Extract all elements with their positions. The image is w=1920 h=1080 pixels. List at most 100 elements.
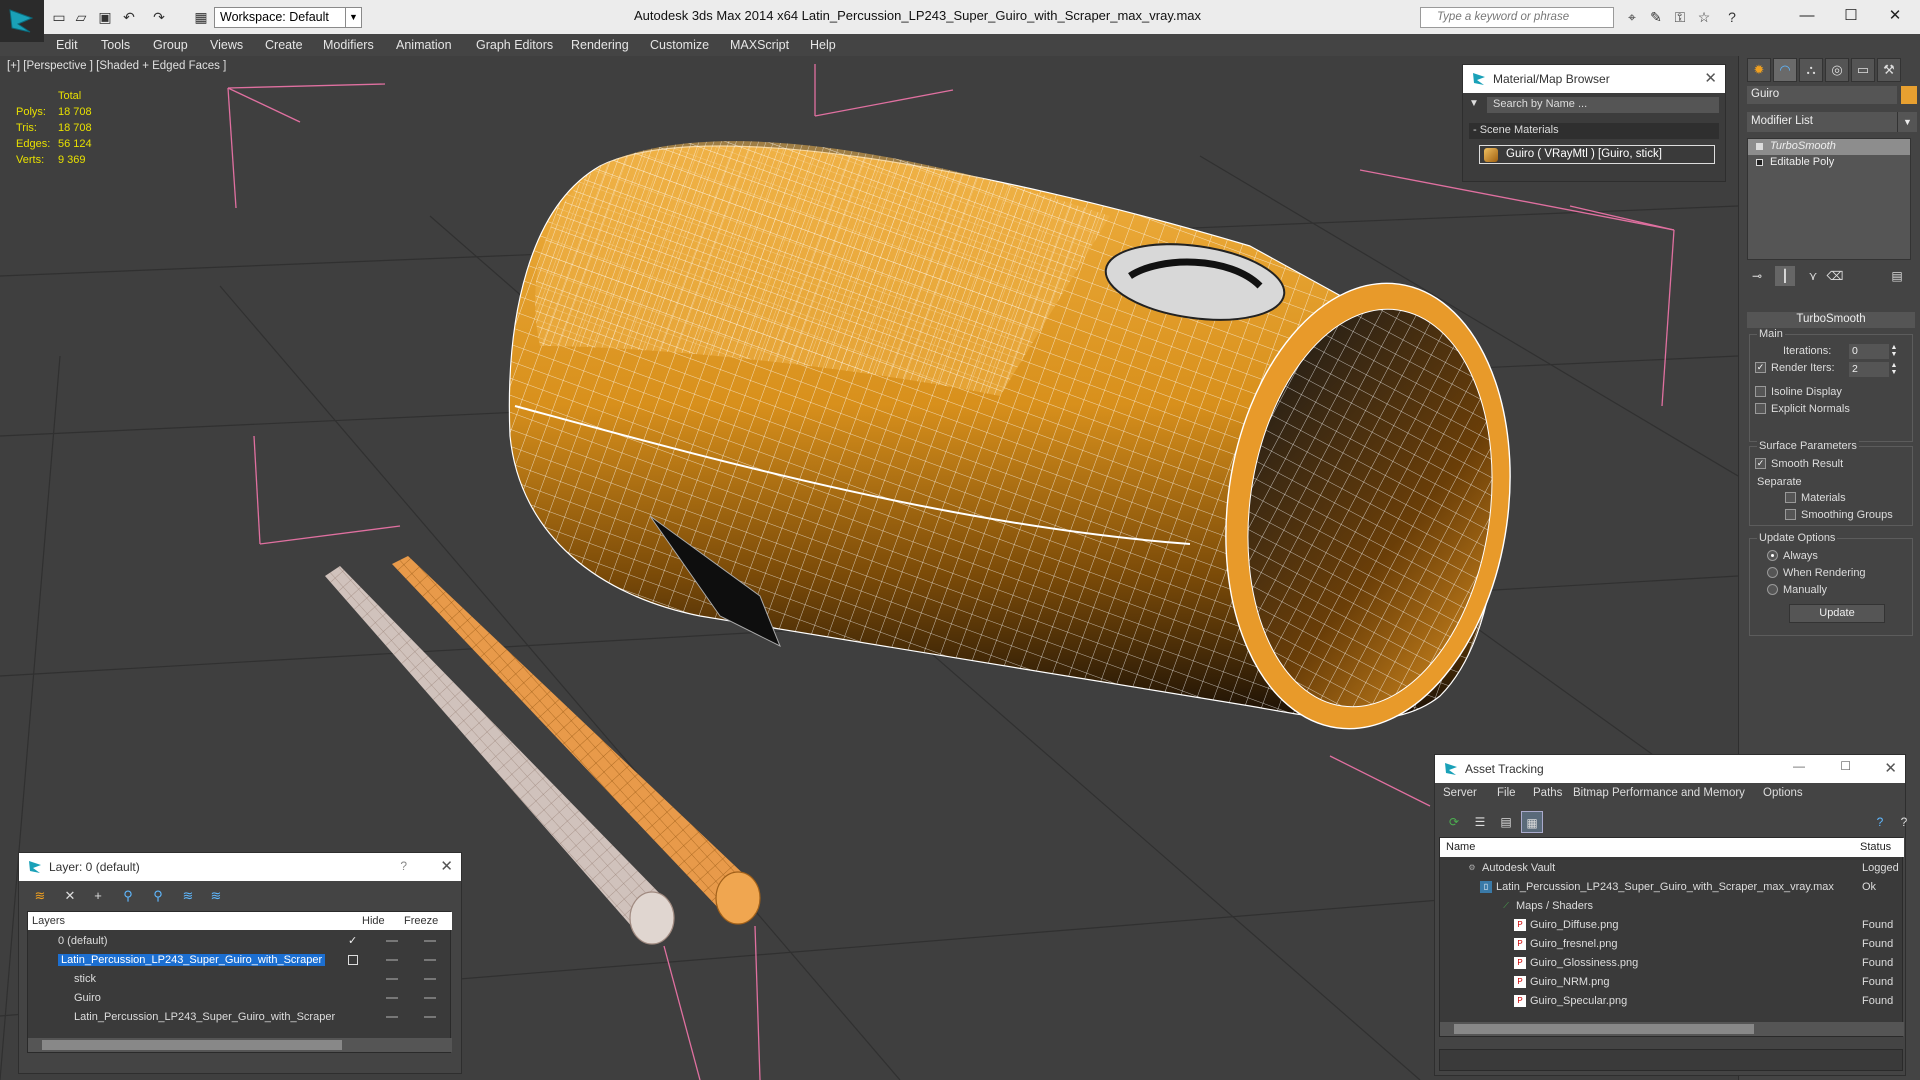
project-folder-icon[interactable]: ▦ — [192, 9, 210, 25]
menu-modifiers[interactable]: Modifiers — [323, 38, 374, 52]
isoline-display-checkbox[interactable] — [1755, 386, 1766, 397]
help-icon[interactable]: ? — [1869, 811, 1891, 833]
asset-row-glossiness[interactable]: P Guiro_Glossiness.png Found — [1440, 954, 1904, 973]
asset-menu-server[interactable]: Server — [1443, 787, 1477, 799]
modify-tab-icon[interactable]: ◠ — [1773, 58, 1797, 82]
key-icon[interactable]: ⚿ — [1670, 8, 1690, 26]
expand-icon[interactable] — [1756, 159, 1763, 166]
scrollbar-thumb[interactable] — [1454, 1024, 1754, 1034]
undo-icon[interactable]: ↶ — [120, 9, 138, 25]
update-always-radio[interactable] — [1767, 550, 1778, 561]
active-layer-check-icon[interactable]: ✓ — [348, 934, 357, 947]
hide-toggle[interactable] — [386, 940, 398, 942]
maximize-button[interactable]: ☐ — [1840, 759, 1851, 773]
freeze-toggle[interactable] — [424, 978, 436, 980]
utilities-tab-icon[interactable]: ⚒ — [1877, 58, 1901, 82]
make-active-box[interactable] — [348, 955, 358, 965]
asset-row-diffuse[interactable]: P Guiro_Diffuse.png Found — [1440, 916, 1904, 935]
hide-toggle[interactable] — [386, 978, 398, 980]
update-manually-radio[interactable] — [1767, 584, 1778, 595]
hierarchy-tab-icon[interactable]: ⛬ — [1799, 58, 1823, 82]
refresh-icon[interactable]: ⟳ — [1443, 811, 1465, 833]
configure-modifier-sets-icon[interactable]: ▤ — [1887, 266, 1907, 286]
asset-row-maps-shaders[interactable]: ⟋ Maps / Shaders — [1440, 897, 1904, 916]
motion-tab-icon[interactable]: ◎ — [1825, 58, 1849, 82]
highlight-selected-layers-icon[interactable]: ⚲ — [147, 885, 169, 907]
layer-horizontal-scrollbar[interactable] — [28, 1038, 452, 1052]
freeze-toggle[interactable] — [424, 940, 436, 942]
select-objects-in-layer-icon[interactable]: ⚲ — [117, 885, 139, 907]
chevron-down-icon[interactable]: ▼ — [1897, 112, 1917, 132]
hide-toggle[interactable] — [386, 997, 398, 999]
chevron-down-icon[interactable]: ▼ — [345, 7, 361, 28]
hide-toggle[interactable] — [386, 959, 398, 961]
layer-row-default[interactable]: 0 (default) ✓ — [28, 932, 452, 951]
asset-path-field[interactable] — [1439, 1049, 1903, 1071]
pin-stack-icon[interactable]: ⊸ — [1747, 266, 1767, 286]
col-status[interactable]: Status — [1860, 841, 1891, 853]
asset-row-max-file[interactable]: ▯ Latin_Percussion_LP243_Super_Guiro_wit… — [1440, 878, 1904, 897]
menu-rendering[interactable]: Rendering — [571, 38, 629, 52]
asset-horizontal-scrollbar[interactable] — [1440, 1022, 1904, 1036]
help-icon[interactable]: ? — [1722, 8, 1742, 26]
create-layer-icon[interactable]: ≋ — [29, 885, 51, 907]
close-icon[interactable]: ✕ — [440, 857, 453, 875]
update-when-rendering-radio[interactable] — [1767, 567, 1778, 578]
layer-row-stick[interactable]: stick — [28, 970, 452, 989]
menu-graph-editors[interactable]: Graph Editors — [476, 38, 553, 52]
asset-menu-bitmap-performance[interactable]: Bitmap Performance and Memory — [1573, 787, 1745, 799]
asset-tracking-titlebar[interactable]: Asset Tracking — ☐ ✕ — [1435, 755, 1905, 783]
list-view-icon[interactable]: ☰ — [1469, 811, 1491, 833]
communication-center-icon[interactable]: ✎ — [1646, 8, 1666, 26]
material-browser-titlebar[interactable]: Material/Map Browser ✕ — [1463, 65, 1725, 93]
modifier-list-dropdown[interactable]: Modifier List — [1747, 112, 1907, 132]
show-end-result-icon[interactable]: ┃ — [1775, 266, 1795, 286]
redo-icon[interactable]: ↷ — [150, 9, 168, 25]
object-name-field[interactable]: Guiro — [1747, 86, 1897, 104]
spinner-arrows-icon[interactable]: ▲ ▼ — [1889, 344, 1899, 359]
freeze-toggle[interactable] — [424, 1016, 436, 1018]
scene-materials-group[interactable]: - Scene Materials — [1469, 123, 1719, 139]
menu-edit[interactable]: Edit — [56, 38, 78, 52]
help-icon[interactable]: ? — [400, 859, 407, 873]
iterations-spinner[interactable]: 0 — [1849, 344, 1889, 359]
light-bulb-icon[interactable] — [1756, 143, 1763, 150]
col-name[interactable]: Name — [1446, 841, 1475, 853]
scrollbar-thumb[interactable] — [42, 1040, 342, 1050]
open-file-icon[interactable]: ▱ — [72, 9, 90, 25]
freeze-toggle[interactable] — [424, 959, 436, 961]
workspace-dropdown[interactable]: Workspace: Default — [214, 7, 362, 28]
save-icon[interactable]: ▣ — [96, 9, 114, 25]
options-dropdown-icon[interactable]: ▼ — [1469, 98, 1479, 109]
object-color-swatch[interactable] — [1901, 86, 1917, 104]
tree-view-icon[interactable]: ▤ — [1495, 811, 1517, 833]
freeze-unfreeze-all-icon[interactable]: ≋ — [205, 885, 227, 907]
explicit-normals-checkbox[interactable] — [1755, 403, 1766, 414]
settings-icon[interactable]: ? — [1893, 811, 1915, 833]
minimize-button[interactable]: — — [1793, 759, 1805, 773]
create-tab-icon[interactable]: ✹ — [1747, 58, 1771, 82]
minimize-button[interactable]: — — [1792, 4, 1822, 28]
render-iters-spinner[interactable]: 2 — [1849, 362, 1889, 377]
close-icon[interactable]: ✕ — [1884, 759, 1897, 777]
favorites-star-icon[interactable]: ☆ — [1694, 8, 1714, 26]
layer-row-guiro-scraper-object[interactable]: Latin_Percussion_LP243_Super_Guiro_with_… — [28, 1008, 452, 1027]
hide-toggle[interactable] — [386, 1016, 398, 1018]
stack-item-turbosmooth[interactable]: TurboSmooth — [1748, 139, 1910, 155]
asset-row-vault[interactable]: ⚙ Autodesk Vault Logged — [1440, 859, 1904, 878]
new-file-icon[interactable]: ▭ — [50, 9, 68, 25]
asset-menu-paths[interactable]: Paths — [1533, 787, 1562, 799]
display-tab-icon[interactable]: ▭ — [1851, 58, 1875, 82]
menu-group[interactable]: Group — [153, 38, 188, 52]
app-logo[interactable] — [0, 0, 44, 42]
stack-item-editable-poly[interactable]: Editable Poly — [1748, 155, 1910, 171]
maximize-button[interactable]: ☐ — [1836, 4, 1866, 28]
spinner-arrows-icon[interactable]: ▲ ▼ — [1889, 362, 1899, 377]
freeze-toggle[interactable] — [424, 997, 436, 999]
menu-tools[interactable]: Tools — [101, 38, 130, 52]
asset-row-nrm[interactable]: P Guiro_NRM.png Found — [1440, 973, 1904, 992]
col-layers[interactable]: Layers — [32, 915, 65, 927]
update-button[interactable]: Update — [1789, 604, 1885, 623]
render-iters-checkbox[interactable]: ✓ — [1755, 362, 1766, 373]
layer-row-guiro-scraper[interactable]: Latin_Percussion_LP243_Super_Guiro_with_… — [28, 951, 452, 970]
